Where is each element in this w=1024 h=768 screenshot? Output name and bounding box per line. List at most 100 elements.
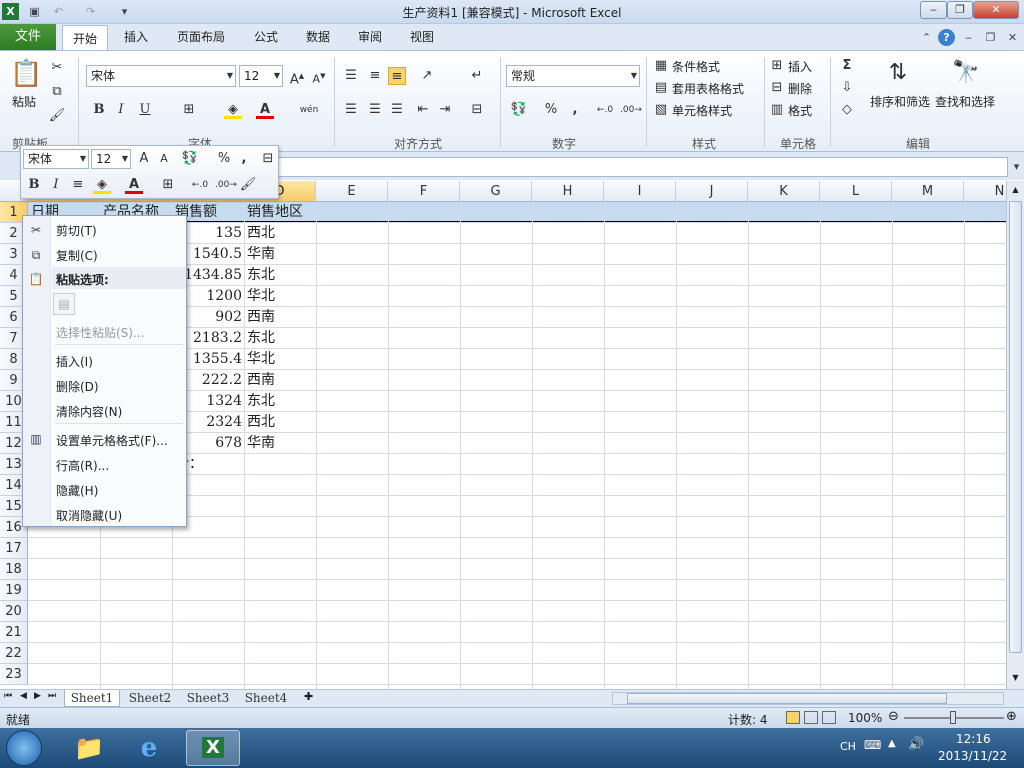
conditional-format-icon[interactable]: ▦ [652, 57, 670, 75]
align-right-icon[interactable]: ☰ [388, 101, 406, 119]
menu-item-row-height[interactable]: 行高(R)... [56, 457, 109, 474]
clear-icon[interactable]: ◇ [838, 101, 856, 119]
menu-item-hide[interactable]: 隐藏(H) [56, 482, 98, 499]
restore-button[interactable]: ❐ [947, 1, 973, 19]
cell-region[interactable]: 西北 [247, 412, 275, 433]
sheet-nav-prev-icon[interactable]: ◀ [20, 691, 27, 701]
percent-button[interactable]: % [542, 101, 560, 119]
mini-format-painter-icon[interactable]: 🖌 [239, 176, 257, 194]
column-header-g[interactable]: G [460, 181, 532, 202]
mini-center-icon[interactable]: ≡ [69, 176, 87, 194]
cell-region[interactable]: 东北 [247, 328, 275, 349]
menu-item-format-cells[interactable]: 设置单元格格式(F)... [56, 432, 168, 449]
cell-region[interactable]: 华北 [247, 286, 275, 307]
sheet-nav-next-icon[interactable]: ▶ [34, 691, 41, 701]
insert-sheet-icon[interactable]: ✚ [304, 690, 313, 703]
sort-filter-button[interactable]: 排序和筛选 [870, 93, 930, 110]
column-header-h[interactable]: H [532, 181, 604, 202]
workbook-minimize-icon[interactable]: ‒ [960, 29, 977, 46]
comma-button[interactable]: , [566, 101, 584, 119]
scroll-up-icon[interactable]: ▲ [1008, 185, 1023, 194]
sort-filter-icon[interactable]: ⇅ [882, 57, 914, 89]
ie-taskbar-icon[interactable]: e [126, 732, 172, 764]
cell-region[interactable]: 西南 [247, 370, 275, 391]
clock-time[interactable]: 12:16 [956, 732, 991, 746]
cut-icon[interactable]: ✂ [48, 59, 66, 77]
normal-view-icon[interactable] [786, 711, 800, 724]
help-icon[interactable]: ? [938, 29, 955, 46]
bold-button[interactable]: B [90, 101, 108, 119]
tab-data[interactable]: 数据 [298, 24, 338, 50]
mini-border-icon[interactable]: ⊞ [159, 176, 177, 194]
insert-cells-button[interactable]: 插入 [788, 58, 812, 75]
paste-option-icon[interactable]: ▤ [53, 293, 75, 315]
conditional-format-button[interactable]: 条件格式 [672, 58, 720, 75]
mini-fill-color-icon[interactable]: ◈ [93, 176, 111, 194]
sheet-tab-4[interactable]: Sheet4 [238, 690, 294, 707]
cell-region[interactable]: 东北 [247, 391, 275, 412]
mini-merge-icon[interactable]: ⊟ [259, 150, 277, 168]
tab-review[interactable]: 审阅 [350, 24, 390, 50]
column-header-i[interactable]: I [604, 181, 676, 202]
page-break-view-icon[interactable] [822, 711, 836, 724]
align-left-icon[interactable]: ☰ [342, 101, 360, 119]
align-middle-icon[interactable]: ≡ [366, 67, 384, 85]
row-header[interactable]: 21 [0, 622, 28, 643]
phonetic-icon[interactable]: wén [298, 101, 320, 119]
workbook-close-icon[interactable]: ✕ [1004, 29, 1021, 46]
menu-item-paste-special[interactable]: 选择性粘贴(S)... [56, 324, 144, 341]
menu-item-delete[interactable]: 删除(D) [56, 378, 99, 395]
cell-styles-button[interactable]: 单元格样式 [672, 102, 732, 119]
format-cells-icon[interactable]: ▥ [768, 101, 786, 119]
decrease-decimal-icon[interactable]: .00→ [620, 101, 642, 119]
mini-shrink-font-icon[interactable]: A [155, 150, 173, 168]
find-select-button[interactable]: 查找和选择 [935, 93, 995, 110]
tab-home[interactable]: 开始 [62, 25, 108, 51]
excel-taskbar-icon[interactable]: X [186, 730, 240, 766]
autosum-button[interactable]: Σ [838, 57, 856, 75]
explorer-taskbar-icon[interactable]: 📁 [66, 732, 112, 764]
scroll-thumb[interactable] [1009, 201, 1022, 653]
increase-decimal-icon[interactable]: ←.0 [596, 101, 614, 119]
find-select-icon[interactable]: 🔭 [950, 57, 982, 89]
cell-region[interactable]: 西南 [247, 307, 275, 328]
mini-percent-button[interactable]: % [215, 150, 233, 168]
mini-bold-button[interactable]: B [25, 176, 43, 194]
collapse-ribbon-icon[interactable]: ⌃ [918, 29, 935, 46]
format-as-table-icon[interactable]: ▤ [652, 79, 670, 97]
horizontal-scrollbar[interactable] [612, 692, 1004, 705]
expand-formula-icon[interactable]: ▾ [1008, 158, 1024, 175]
paste-button-label[interactable]: 粘贴 [12, 93, 36, 110]
clock-date[interactable]: 2013/11/22 [938, 749, 1007, 763]
row-header[interactable]: 18 [0, 559, 28, 580]
mini-grow-font-icon[interactable]: A [135, 150, 153, 168]
row-header[interactable]: 19 [0, 580, 28, 601]
row-header[interactable]: 22 [0, 643, 28, 664]
keyboard-icon[interactable]: ⌨ [864, 738, 881, 752]
delete-cells-button[interactable]: 删除 [788, 80, 812, 97]
grow-font-icon[interactable]: A▲ [288, 67, 306, 87]
currency-icon[interactable]: 💱 [510, 101, 528, 119]
mini-decrease-decimal-icon[interactable]: .00→ [215, 176, 237, 194]
menu-item-copy[interactable]: 复制(C) [56, 247, 98, 264]
cell-region[interactable]: 西北 [247, 223, 275, 244]
font-color-button[interactable]: A [256, 101, 274, 119]
font-size-combo[interactable]: 12 ▼ [239, 65, 283, 87]
align-center-icon[interactable]: ☰ [366, 101, 384, 119]
mini-size-combo[interactable]: 12 ▼ [91, 149, 131, 169]
column-header-j[interactable]: J [676, 181, 748, 202]
column-header-m[interactable]: M [892, 181, 964, 202]
italic-button[interactable]: I [112, 101, 130, 119]
paste-icon[interactable]: 📋 [10, 57, 42, 91]
mini-font-color-icon[interactable]: A [125, 176, 143, 194]
h-scroll-thumb[interactable] [627, 693, 947, 704]
mini-currency-icon[interactable]: 💱 [181, 150, 199, 168]
shrink-font-icon[interactable]: A▼ [310, 67, 328, 86]
tab-formulas[interactable]: 公式 [246, 24, 286, 50]
vertical-scrollbar[interactable]: ▲ ▼ [1006, 181, 1024, 689]
align-top-icon[interactable]: ☰ [342, 67, 360, 85]
decrease-indent-icon[interactable]: ⇤ [414, 101, 432, 119]
column-header-f[interactable]: F [388, 181, 460, 202]
cell-d1[interactable]: 销售地区 [247, 202, 303, 223]
tab-view[interactable]: 视图 [402, 24, 442, 50]
